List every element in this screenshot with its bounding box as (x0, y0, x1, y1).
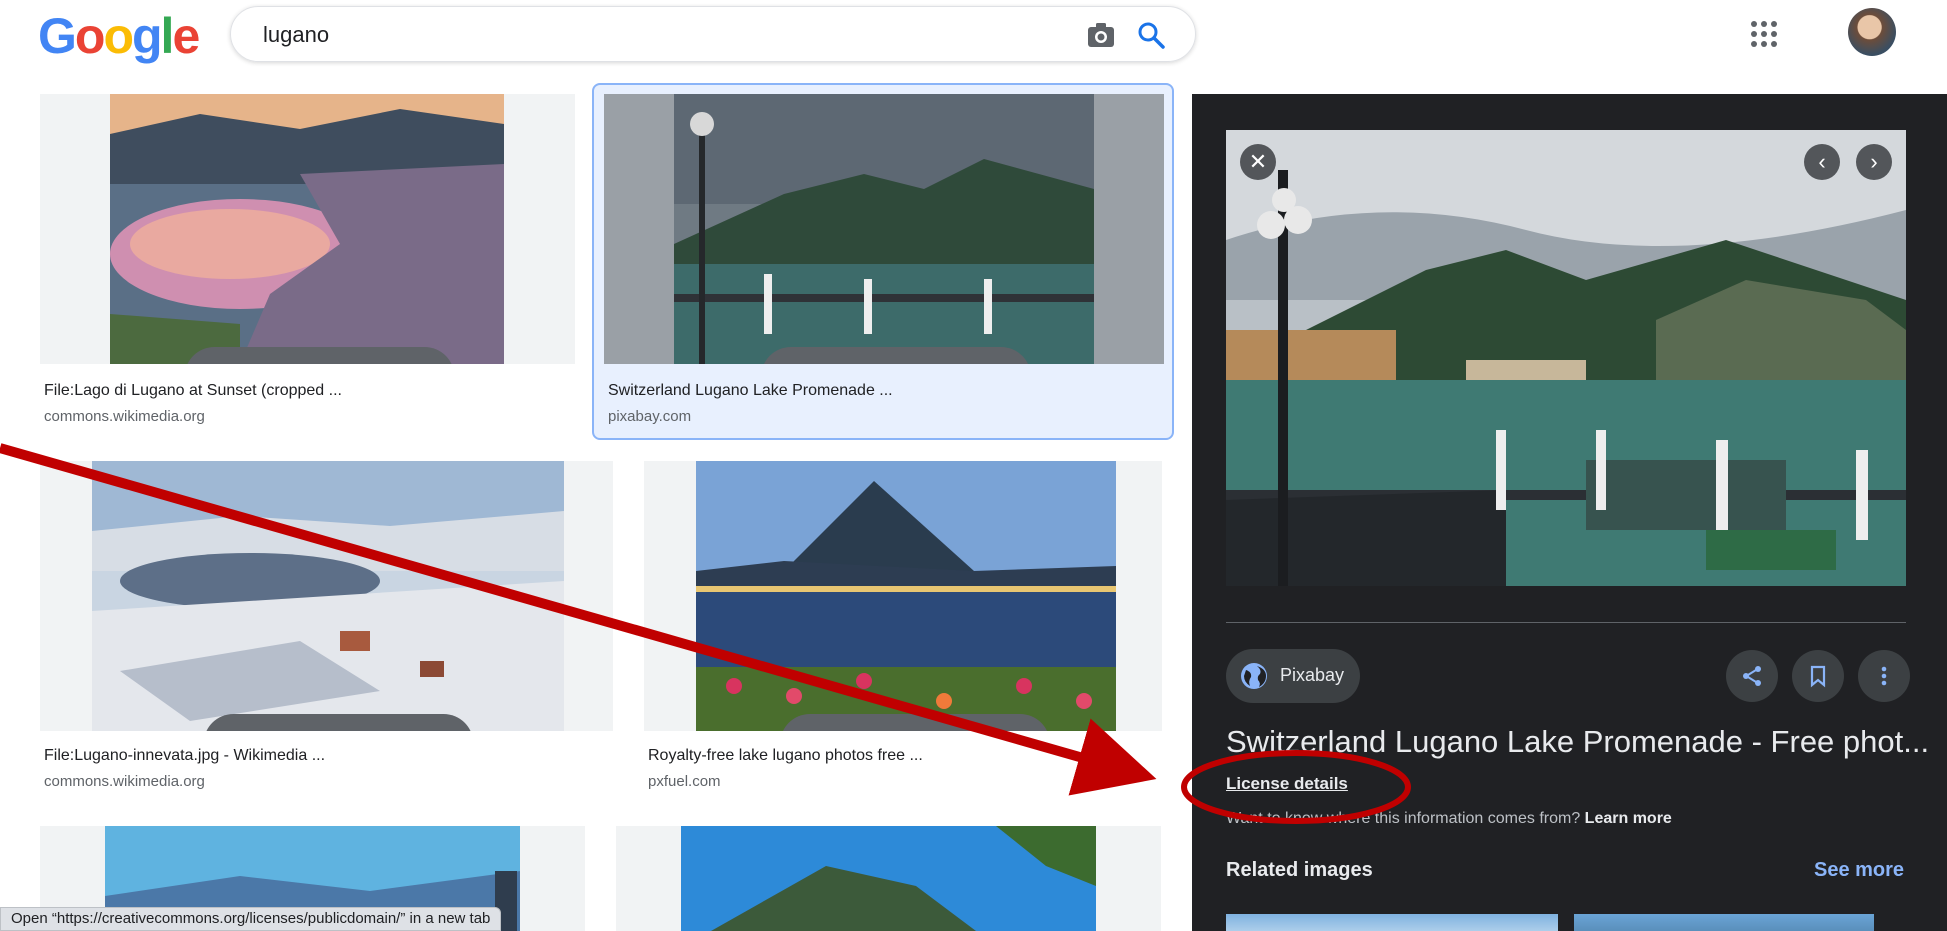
globe-icon (1241, 663, 1267, 689)
bookmark-icon (1810, 665, 1826, 688)
result-thumbnail[interactable] (616, 826, 1161, 931)
more-vert-icon (1881, 666, 1887, 686)
share-icon (1743, 666, 1761, 686)
image-type-icon (206, 714, 471, 731)
link-status-bar: Open “https://creativecommons.org/licens… (0, 907, 502, 931)
info-text: Want to know where this information come… (1226, 810, 1581, 827)
license-details-link[interactable]: License details (1226, 774, 1348, 794)
see-more-link[interactable]: See more (1814, 859, 1904, 882)
result-title[interactable]: Royalty-free lake lugano photos free ... (648, 747, 923, 765)
result-source: pxfuel.com (648, 773, 721, 790)
result-source: commons.wikimedia.org (44, 773, 205, 790)
image-type-icon (187, 347, 452, 364)
result-thumbnail[interactable] (644, 461, 1162, 731)
save-button[interactable] (1792, 650, 1844, 702)
preview-image[interactable]: ✕ ‹ › (1226, 130, 1906, 586)
source-chip[interactable]: Pixabay (1226, 649, 1360, 703)
google-logo[interactable]: Google (38, 6, 200, 66)
account-avatar[interactable] (1848, 8, 1896, 56)
more-options-button[interactable] (1858, 650, 1910, 702)
result-thumbnail[interactable] (40, 94, 575, 364)
result-thumbnail[interactable] (604, 94, 1164, 364)
result-title[interactable]: File:Lago di Lugano at Sunset (cropped .… (44, 382, 342, 400)
related-image-thumbnail[interactable] (1226, 914, 1558, 931)
logo-letter: o (74, 8, 106, 64)
image-type-icon (782, 714, 1048, 731)
image-type-icon (763, 347, 1029, 364)
chevron-left-icon[interactable]: ‹ (1804, 144, 1840, 180)
logo-letter: l (160, 8, 175, 64)
info-note: Want to know where this information come… (1226, 810, 1672, 828)
search-box (230, 6, 1196, 62)
close-icon[interactable]: ✕ (1240, 144, 1276, 180)
logo-letter: o (103, 8, 134, 64)
panel-divider (1226, 622, 1906, 623)
result-source: commons.wikimedia.org (44, 408, 205, 425)
logo-letter: G (38, 8, 77, 64)
camera-icon[interactable] (1086, 21, 1116, 49)
related-images-heading: Related images (1226, 859, 1373, 881)
result-title[interactable]: File:Lugano-innevata.jpg - Wikimedia ... (44, 747, 325, 765)
source-name: Pixabay (1280, 665, 1345, 685)
learn-more-link[interactable]: Learn more (1585, 810, 1672, 827)
search-input[interactable] (263, 21, 1043, 49)
apps-grid-icon[interactable] (1750, 20, 1778, 48)
top-bar: Google (0, 0, 1947, 70)
related-image-thumbnail[interactable] (1574, 914, 1874, 931)
share-button[interactable] (1726, 650, 1778, 702)
search-icon[interactable] (1136, 20, 1166, 50)
logo-letter: g (132, 8, 163, 64)
preview-title[interactable]: Switzerland Lugano Lake Promenade - Free… (1226, 724, 1929, 760)
image-preview-panel: ✕ ‹ › Pixabay Switzerland Lugano Lake Pr… (1192, 94, 1947, 931)
result-title[interactable]: Switzerland Lugano Lake Promenade ... (608, 382, 893, 400)
result-thumbnail[interactable] (40, 461, 613, 731)
logo-letter: e (172, 8, 200, 64)
result-source: pixabay.com (608, 408, 692, 425)
chevron-right-icon[interactable]: › (1856, 144, 1892, 180)
